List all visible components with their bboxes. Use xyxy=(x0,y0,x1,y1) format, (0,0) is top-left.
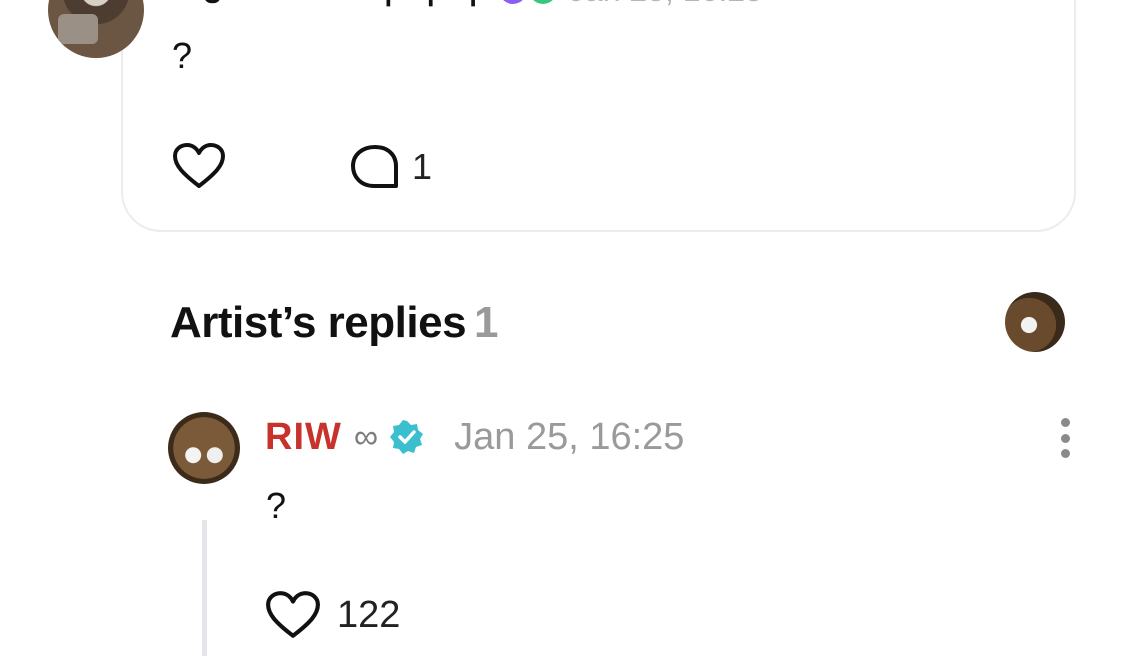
verified-badge-icon xyxy=(390,420,424,454)
menu-dot xyxy=(1060,418,1070,427)
infinity-icon: ∞ xyxy=(353,417,379,456)
artist-replies-title: Artist’s replies xyxy=(170,298,467,347)
reply-author-avatar[interactable] xyxy=(168,412,240,484)
post-body-text: ? xyxy=(172,35,193,76)
reply-like-button[interactable]: 122 xyxy=(265,590,400,640)
thread-line xyxy=(202,520,207,656)
reply-body-text: ? xyxy=(266,485,287,526)
artist-replies-count: 1 xyxy=(474,298,499,347)
post-author-name[interactable]: ㅋ8ㅋㅡㅡ ㅡ ㅓ ㅓ ㅓ xyxy=(172,0,487,13)
menu-dot xyxy=(1060,433,1070,443)
post-card xyxy=(121,0,1076,232)
heart-outline-icon xyxy=(173,143,225,188)
heart-outline-icon xyxy=(266,591,320,638)
reply-author-name[interactable]: RIW xyxy=(265,416,342,459)
like-button[interactable] xyxy=(172,142,226,190)
artist-replies-heading: Artist’s replies 1 xyxy=(170,298,499,348)
membership-badge-icon xyxy=(498,0,527,4)
reply-like-count: 122 xyxy=(337,593,401,636)
post-date: Jan 25, 16:25 xyxy=(569,0,763,9)
comment-count: 1 xyxy=(412,146,433,187)
speech-bubble-icon xyxy=(351,145,398,188)
comment-thread-screen: ㅋ8ㅋㅡㅡ ㅡ ㅓ ㅓ ㅓ Jan 25, 16:25 ? 1 Artist’s… xyxy=(0,0,1125,656)
reply-header: RIW ∞ Jan 25, 16:25 xyxy=(265,414,684,460)
more-vertical-icon[interactable] xyxy=(1052,418,1078,458)
membership-badge-icon xyxy=(528,0,557,4)
menu-dot xyxy=(1060,449,1070,458)
reply-date: Jan 25, 16:25 xyxy=(454,415,685,458)
post-header: ㅋ8ㅋㅡㅡ ㅡ ㅓ ㅓ ㅓ Jan 25, 16:25 xyxy=(172,0,763,10)
comment-button[interactable]: 1 xyxy=(350,144,432,190)
artist-avatar[interactable] xyxy=(1005,292,1065,352)
